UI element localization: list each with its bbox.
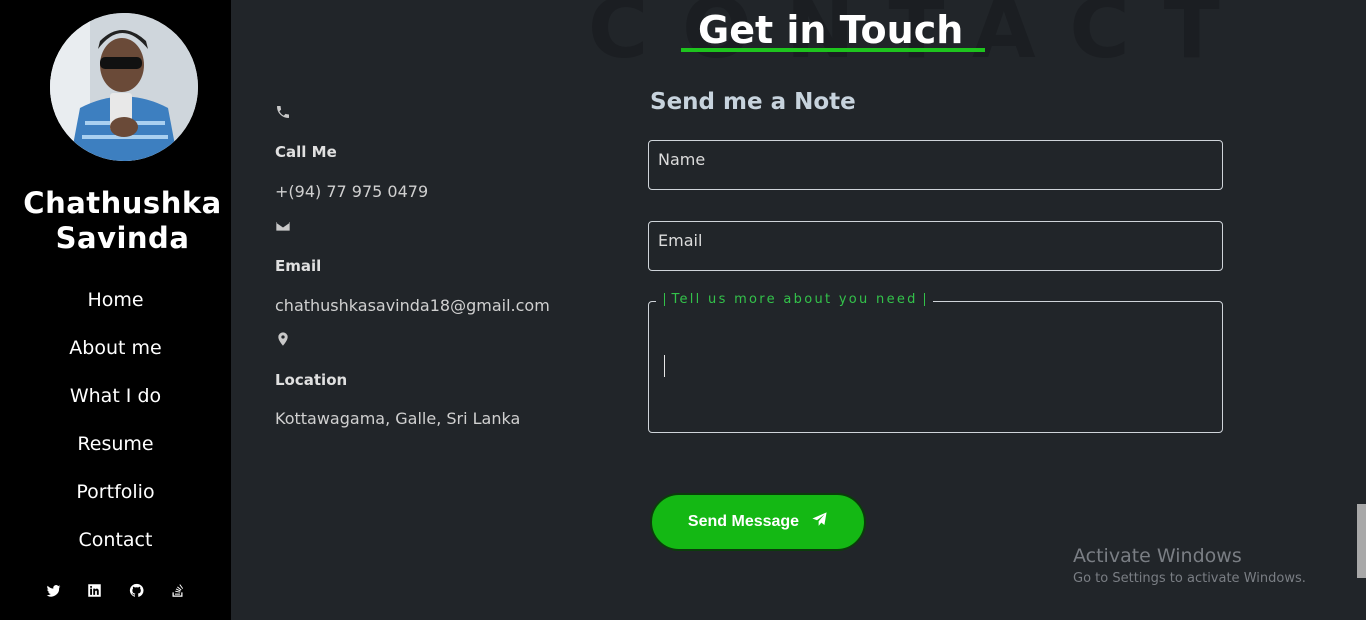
title-underline	[681, 48, 985, 52]
page-title: Get in Touch	[698, 8, 964, 52]
envelope-icon	[275, 218, 291, 234]
message-legend-text: Tell us more about you need	[671, 292, 918, 307]
phone-icon	[275, 104, 291, 120]
github-icon[interactable]	[118, 583, 154, 598]
message-legend: Tell us more about you need	[656, 292, 934, 307]
nav-home[interactable]: Home	[0, 282, 231, 330]
nav-about-me[interactable]: About me	[0, 330, 231, 378]
name-field[interactable]: Name	[648, 140, 1223, 190]
email-field[interactable]: Email	[648, 221, 1223, 271]
phone-value: +(94) 77 975 0479	[275, 182, 429, 201]
phone-label: Call Me	[275, 143, 337, 161]
nav-resume[interactable]: Resume	[0, 426, 231, 474]
name-placeholder: Name	[658, 150, 706, 169]
scrollbar-thumb[interactable]	[1357, 504, 1366, 578]
social-links	[0, 580, 231, 599]
location-label: Location	[275, 371, 348, 389]
text-caret	[664, 355, 665, 377]
activate-windows-title: Activate Windows	[1073, 545, 1242, 567]
send-message-button[interactable]: Send Message	[650, 493, 866, 551]
paper-plane-icon	[811, 511, 828, 533]
nav-portfolio[interactable]: Portfolio	[0, 474, 231, 522]
location-value: Kottawagama, Galle, Sri Lanka	[275, 409, 521, 428]
email-value: chathushkasavinda18@gmail.com	[275, 296, 550, 315]
email-label: Email	[275, 257, 322, 275]
form-heading: Send me a Note	[650, 89, 856, 115]
linkedin-icon[interactable]	[77, 583, 113, 598]
message-textarea[interactable]	[648, 301, 1223, 433]
stackoverflow-icon[interactable]	[159, 583, 195, 598]
email-placeholder: Email	[658, 231, 703, 250]
send-message-label: Send Message	[687, 513, 800, 530]
nav-what-i-do[interactable]: What I do	[0, 378, 231, 426]
profile-name: Chathushka Savinda	[23, 186, 222, 255]
nav-contact[interactable]: Contact	[0, 522, 231, 570]
activate-windows-subtitle: Go to Settings to activate Windows.	[1073, 571, 1306, 586]
sidebar-nav: Home About me What I do Resume Portfolio…	[0, 282, 231, 570]
location-pin-icon	[275, 331, 291, 347]
avatar	[50, 13, 198, 161]
sidebar: Chathushka Savinda Home About me What I …	[0, 0, 231, 620]
twitter-icon[interactable]	[36, 583, 72, 598]
